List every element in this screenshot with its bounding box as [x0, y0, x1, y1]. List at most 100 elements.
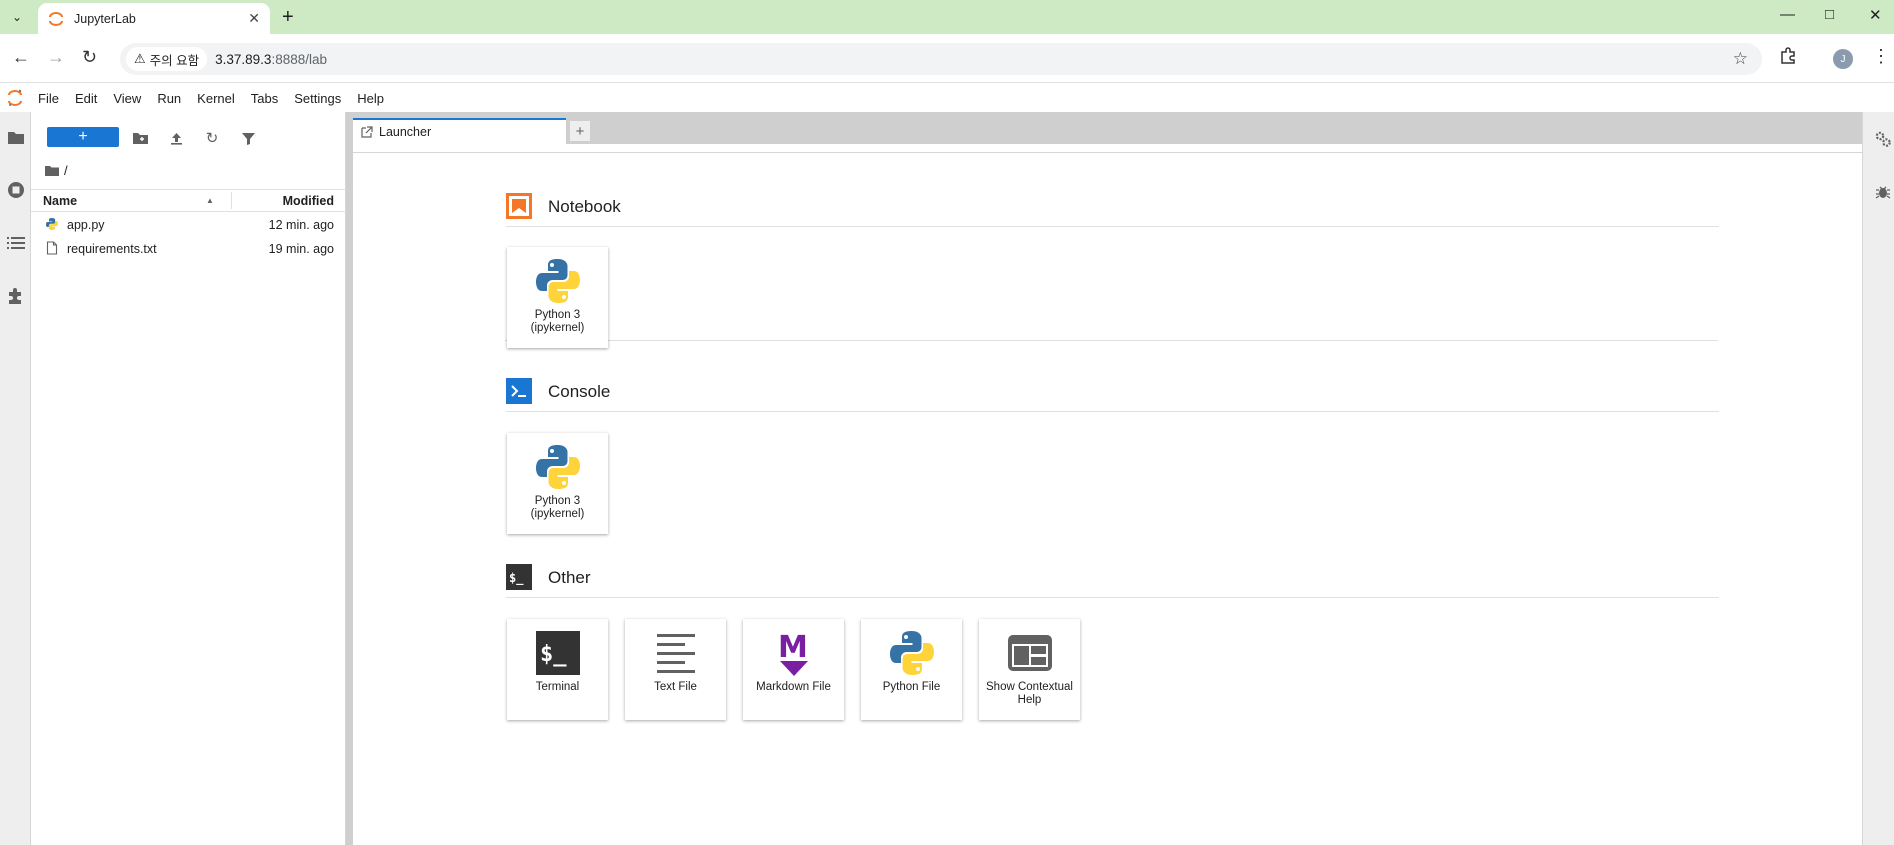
extension-manager-tab[interactable] — [0, 282, 31, 310]
maximize-window-icon[interactable]: □ — [1825, 6, 1834, 23]
profile-avatar[interactable]: J — [1833, 49, 1853, 69]
back-arrow-icon[interactable]: ← — [12, 47, 30, 67]
python-logo-icon — [536, 445, 580, 489]
upload-button[interactable] — [166, 128, 186, 148]
extensions-icon[interactable] — [1779, 47, 1797, 70]
text-lines-icon — [657, 634, 695, 673]
section-other-header: $_ Other — [506, 564, 1719, 598]
bookmark-star-icon[interactable]: ☆ — [1733, 49, 1748, 69]
browser-tab-title: JupyterLab — [74, 11, 136, 26]
text-file-icon — [46, 241, 58, 255]
card-label: Terminal — [535, 681, 580, 693]
card-console-python3[interactable]: Python 3 (ipykernel) — [507, 433, 608, 534]
file-modified: 19 min. ago — [268, 242, 334, 256]
filter-button[interactable] — [238, 128, 258, 148]
minimize-window-icon[interactable]: — — [1780, 6, 1795, 23]
section-title-console: Console — [548, 382, 611, 401]
jupyter-logo-icon — [8, 89, 22, 106]
right-sidebar-tabs — [1862, 112, 1894, 845]
card-label: Show Contextual Help — [986, 681, 1073, 706]
file-modified: 12 min. ago — [268, 218, 334, 232]
menu-edit[interactable]: Edit — [67, 91, 105, 106]
card-notebook-python3[interactable]: Python 3 (ipykernel) — [507, 247, 608, 348]
column-divider[interactable] — [231, 192, 232, 209]
menu-tabs[interactable]: Tabs — [243, 91, 286, 106]
tab-launcher-label: Launcher — [379, 125, 432, 139]
terminal-section-icon: $_ — [506, 564, 532, 590]
section-title-other: Other — [548, 568, 591, 587]
file-browser-panel: + ↻ / Name ▲ Modified app.py 12 min. ago — [31, 112, 346, 845]
menu-file[interactable]: File — [30, 91, 67, 106]
launch-icon — [361, 126, 373, 138]
file-browser-tab[interactable] — [0, 123, 31, 151]
card-label: Python 3 (ipykernel) — [530, 309, 585, 334]
table-of-contents-tab[interactable] — [0, 229, 31, 257]
column-modified[interactable]: Modified — [283, 194, 334, 208]
running-sessions-tab[interactable] — [0, 176, 31, 204]
card-python-file[interactable]: Python File — [861, 619, 962, 720]
puzzle-outline-icon — [1781, 47, 1795, 64]
security-indicator[interactable]: ⚠ 주의 요함 — [126, 47, 208, 71]
reload-icon[interactable]: ↻ — [82, 47, 97, 67]
menu-run[interactable]: Run — [149, 91, 189, 106]
file-browser-toolbar: + ↻ — [31, 112, 346, 154]
breadcrumb-path[interactable]: / — [64, 163, 68, 178]
section-notebook-header: Notebook — [506, 193, 1719, 227]
card-markdown-file[interactable]: M Markdown File — [743, 619, 844, 720]
list-icon — [6, 237, 25, 249]
gears-icon — [1875, 131, 1891, 147]
jupyter-favicon-icon — [49, 11, 63, 26]
card-contextual-help[interactable]: Show Contextual Help — [979, 619, 1080, 720]
new-folder-button[interactable] — [130, 128, 150, 148]
chevron-down-icon: ⌄ — [11, 10, 23, 24]
refresh-button[interactable]: ↻ — [202, 128, 222, 148]
sort-ascending-icon[interactable]: ▲ — [206, 196, 214, 205]
filter-icon — [241, 132, 255, 145]
folder-icon — [7, 131, 24, 144]
browser-menu-icon[interactable]: ⋮ — [1872, 46, 1890, 67]
menu-settings[interactable]: Settings — [286, 91, 349, 106]
folder-icon[interactable] — [45, 165, 59, 176]
forward-arrow-icon[interactable]: → — [47, 47, 65, 67]
property-inspector-tab[interactable] — [1867, 125, 1894, 153]
card-label: Markdown File — [756, 681, 831, 693]
jupyter-menubar: File Edit View Run Kernel Tabs Settings … — [0, 84, 1894, 112]
menu-kernel[interactable]: Kernel — [189, 91, 243, 106]
svg-text:$_: $_ — [540, 642, 567, 667]
tab-search-button[interactable]: ⌄ — [6, 6, 28, 28]
refresh-icon: ↻ — [205, 130, 219, 147]
debugger-tab[interactable] — [1867, 178, 1894, 206]
console-icon — [506, 378, 532, 404]
menu-view[interactable]: View — [105, 91, 149, 106]
file-name: requirements.txt — [67, 242, 157, 256]
close-tab-icon[interactable]: ✕ — [248, 10, 260, 27]
new-tab-button[interactable]: + — [282, 7, 294, 27]
file-row-requirements-txt[interactable]: requirements.txt 19 min. ago — [31, 237, 346, 261]
file-row-app-py[interactable]: app.py 12 min. ago — [31, 213, 346, 237]
menu-help[interactable]: Help — [349, 91, 392, 106]
address-bar[interactable]: ⚠ 주의 요함 3.37.89.3:8888/lab ☆ — [120, 43, 1762, 75]
svg-text:$_: $_ — [509, 571, 524, 586]
add-tab-button[interactable]: + — [569, 120, 591, 142]
python-logo-icon — [536, 259, 580, 303]
dock-tab-bar: Launcher + — [346, 112, 1862, 144]
tab-launcher[interactable]: Launcher — [353, 118, 566, 144]
browser-tab[interactable]: JupyterLab ✕ — [38, 3, 270, 34]
contextual-help-icon — [1008, 635, 1052, 671]
card-label: Python 3 (ipykernel) — [530, 495, 585, 520]
browser-tabstrip: ⌄ JupyterLab ✕ + — □ ✕ — [0, 0, 1894, 34]
upload-icon — [170, 132, 182, 145]
url-text[interactable]: 3.37.89.3:8888/lab — [215, 52, 327, 67]
section-console-header: Console — [506, 378, 1719, 412]
new-launcher-button[interactable]: + — [47, 127, 119, 147]
jupyter-logo — [0, 89, 30, 107]
close-window-icon[interactable]: ✕ — [1869, 6, 1882, 24]
markdown-icon: M — [778, 630, 808, 676]
stop-circle-icon — [7, 182, 24, 198]
card-terminal[interactable]: $_ Terminal — [507, 619, 608, 720]
svg-text:M: M — [778, 630, 808, 665]
card-text-file[interactable]: Text File — [625, 619, 726, 720]
card-label: Python File — [882, 681, 941, 693]
column-name[interactable]: Name — [43, 194, 77, 208]
left-sidebar-tabs — [0, 112, 31, 845]
